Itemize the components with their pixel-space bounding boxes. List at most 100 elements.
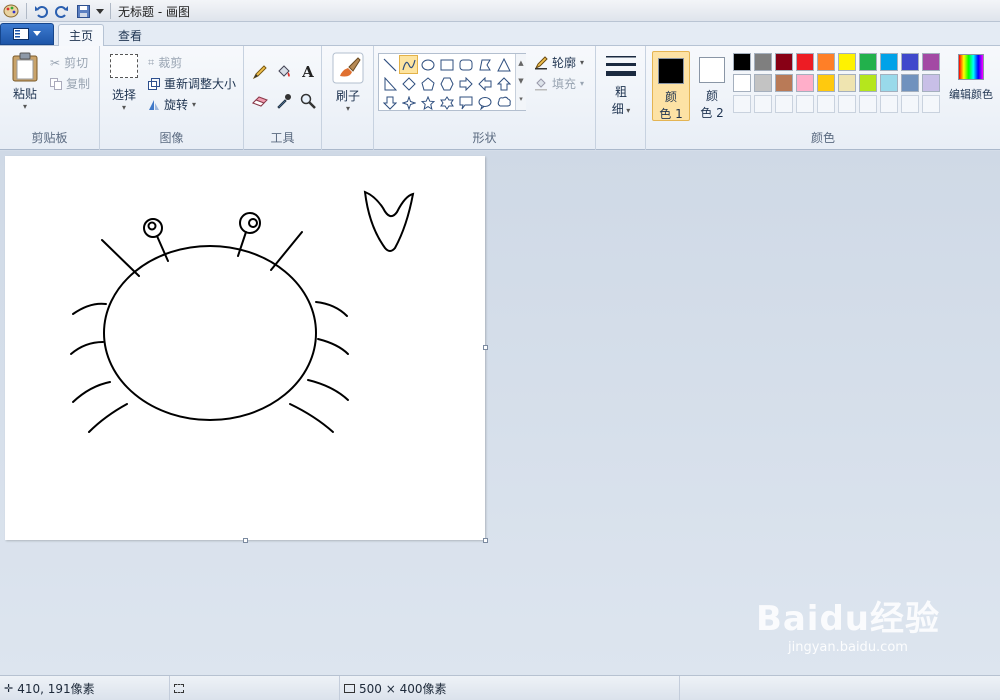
palette-swatch[interactable] [838, 53, 856, 71]
fill-button[interactable]: 填充 ▾ [534, 75, 584, 92]
paint-menu-button[interactable] [0, 23, 54, 45]
palette-swatch[interactable] [796, 53, 814, 71]
right-triangle-shape-icon[interactable] [380, 74, 399, 93]
copy-button[interactable]: 复制 [50, 75, 90, 92]
color1-swatch [658, 58, 684, 84]
palette-swatch[interactable] [817, 53, 835, 71]
palette-swatch[interactable] [880, 74, 898, 92]
save-icon[interactable] [74, 3, 92, 19]
polygon-shape-icon[interactable] [475, 55, 494, 74]
cursor-position: ✛ 410, 191像素 [0, 676, 170, 700]
cut-button[interactable]: ✂ 剪切 [50, 54, 88, 71]
oval-shape-icon[interactable] [418, 55, 437, 74]
scroll-up-icon[interactable]: ▲ [516, 54, 526, 72]
resize-handle-right[interactable] [483, 345, 488, 350]
scroll-down-icon[interactable]: ▼ [516, 72, 526, 90]
palette-swatch[interactable] [922, 74, 940, 92]
palette-swatch[interactable] [775, 74, 793, 92]
palette-swatch[interactable] [901, 74, 919, 92]
palette-swatch[interactable] [796, 74, 814, 92]
custom-color-slot[interactable] [880, 95, 898, 113]
rounded-rectangle-shape-icon[interactable] [456, 55, 475, 74]
palette-swatch[interactable] [775, 53, 793, 71]
color2-button[interactable]: 颜 色 2 [693, 51, 731, 121]
palette-swatch[interactable] [859, 53, 877, 71]
color1-button[interactable]: 颜 色 1 [652, 51, 690, 121]
drawing-canvas[interactable] [5, 156, 485, 540]
palette-swatch[interactable] [733, 74, 751, 92]
palette-swatch[interactable] [733, 53, 751, 71]
pencil-icon[interactable] [249, 62, 271, 82]
size-label-top: 粗 [614, 85, 627, 99]
custom-color-slot[interactable] [859, 95, 877, 113]
palette-swatch[interactable] [901, 53, 919, 71]
size-button[interactable]: 粗 细 ▾ [602, 52, 640, 120]
tab-home[interactable]: 主页 [58, 24, 105, 47]
custom-color-slot[interactable] [901, 95, 919, 113]
palette-swatch[interactable] [817, 74, 835, 92]
select-button[interactable]: 选择 ▾ [106, 54, 142, 118]
rect-callout-shape-icon[interactable] [456, 93, 475, 112]
chevron-down-icon [33, 31, 41, 36]
cloud-callout-shape-icon[interactable] [494, 93, 513, 112]
crop-button[interactable]: ⌗ 裁剪 [148, 54, 182, 71]
undo-icon[interactable] [32, 3, 50, 19]
redo-icon[interactable] [53, 3, 71, 19]
hexagon-shape-icon[interactable] [437, 74, 456, 93]
fill-bucket-icon[interactable] [273, 62, 295, 82]
six-point-star-shape-icon[interactable] [437, 93, 456, 112]
ribbon: 粘贴 ▾ ✂ 剪切 复制 剪贴板 选择 ▾ ⌗ 裁剪 重新调整大小 旋转 ▾ 图… [0, 46, 1000, 150]
custom-color-slot[interactable] [922, 95, 940, 113]
palette-swatch[interactable] [838, 74, 856, 92]
custom-color-slot[interactable] [796, 95, 814, 113]
palette-swatch[interactable] [859, 74, 877, 92]
edit-colors-button[interactable]: 编辑颜色 [946, 54, 996, 116]
clipboard-group: 粘贴 ▾ ✂ 剪切 复制 剪贴板 [0, 46, 100, 150]
shapes-scrollbar[interactable]: ▲ ▼ ▾ [515, 54, 526, 110]
arrow-right-shape-icon[interactable] [456, 74, 475, 93]
cursor-position-text: 410, 191像素 [17, 682, 95, 696]
palette-swatch[interactable] [754, 53, 772, 71]
resize-button[interactable]: 重新调整大小 [148, 75, 236, 92]
crab-drawing [70, 190, 415, 433]
tab-view[interactable]: 查看 [108, 24, 152, 46]
magnifier-icon[interactable] [297, 91, 319, 111]
paste-button[interactable]: 粘贴 ▾ [6, 52, 44, 118]
diamond-shape-icon[interactable] [399, 74, 418, 93]
four-point-star-shape-icon[interactable] [399, 93, 418, 112]
paste-label: 粘贴 [12, 87, 37, 101]
pentagon-shape-icon[interactable] [418, 74, 437, 93]
chevron-down-icon: ▾ [345, 104, 350, 113]
custom-color-slot[interactable] [775, 95, 793, 113]
custom-color-slot[interactable] [838, 95, 856, 113]
resize-handle-corner[interactable] [483, 538, 488, 543]
customize-toolbar-icon[interactable] [94, 3, 106, 19]
line-shape-icon[interactable] [380, 55, 399, 74]
color1-label-bottom: 色 1 [659, 107, 683, 121]
palette-swatch[interactable] [754, 74, 772, 92]
paint-app-icon[interactable] [2, 3, 20, 19]
brushes-button[interactable]: 刷子 ▾ [328, 52, 368, 118]
oval-callout-shape-icon[interactable] [475, 93, 494, 112]
text-tool-glyph: A [302, 63, 314, 81]
color-picker-icon[interactable] [273, 91, 295, 111]
arrow-down-shape-icon[interactable] [380, 93, 399, 112]
resize-handle-bottom[interactable] [243, 538, 248, 543]
arrow-left-shape-icon[interactable] [475, 74, 494, 93]
custom-color-slot[interactable] [733, 95, 751, 113]
outline-button[interactable]: 轮廓 ▾ [534, 54, 584, 71]
palette-swatch[interactable] [880, 53, 898, 71]
triangle-shape-icon[interactable] [494, 55, 513, 74]
custom-color-slot[interactable] [817, 95, 835, 113]
menu-icon [13, 28, 29, 40]
gallery-expand-icon[interactable]: ▾ [516, 90, 526, 108]
five-point-star-shape-icon[interactable] [418, 93, 437, 112]
eraser-icon[interactable] [249, 91, 271, 111]
text-icon[interactable]: A [297, 62, 319, 82]
rectangle-shape-icon[interactable] [437, 55, 456, 74]
palette-swatch[interactable] [922, 53, 940, 71]
rotate-button[interactable]: 旋转 ▾ [148, 96, 196, 113]
arrow-up-shape-icon[interactable] [494, 74, 513, 93]
custom-color-slot[interactable] [754, 95, 772, 113]
curve-shape-icon[interactable] [399, 55, 418, 74]
